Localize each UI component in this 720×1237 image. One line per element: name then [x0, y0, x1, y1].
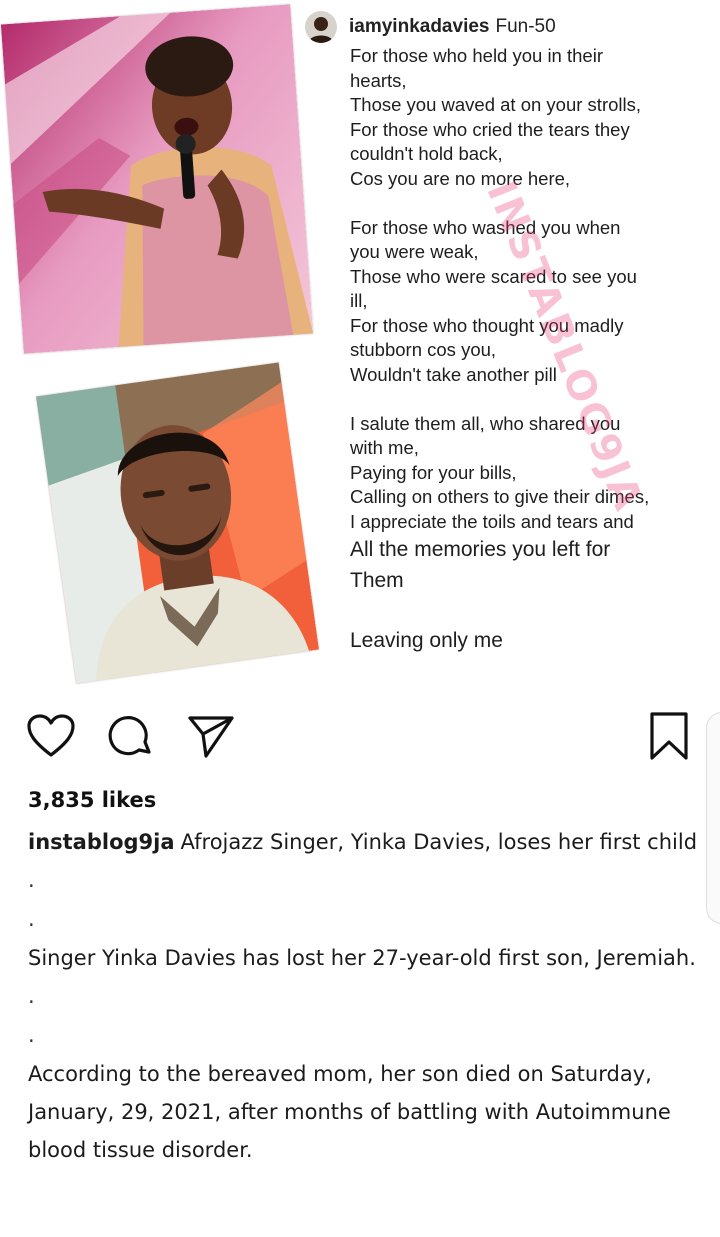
caption-username[interactable]: instablog9ja [28, 830, 175, 854]
post-image[interactable]: iamyinkadavies Fun-50 For those who held… [0, 0, 720, 700]
scroll-indicator[interactable] [706, 712, 720, 924]
poem-avatar [305, 11, 337, 43]
poem-line: All the memories you left for [350, 538, 611, 561]
son-photo [36, 362, 319, 684]
poem-username: iamyinkadavies [349, 16, 490, 37]
poem-lines: For those who held you in their hearts, Th… [350, 44, 715, 656]
poem-header: iamyinkadavies Fun-50 [305, 10, 715, 44]
caption-headline: Afrojazz Singer, Yinka Davies, loses her… [180, 830, 698, 854]
poem-line: Wouldn't take another pill [350, 363, 557, 385]
caption-paragraph: Singer Yinka Davies has lost her 27-year… [28, 946, 696, 970]
singer-photo [0, 4, 314, 354]
poem-line: Those who were scared to see you [350, 265, 637, 287]
caption-dot: . [28, 984, 35, 1008]
poem-line: Cos you are no more here, [350, 167, 571, 189]
caption-area: 3,835 likes instablog9ja Afrojazz Singer,… [28, 785, 700, 1169]
poem-line: For those who thought you madly [350, 314, 624, 336]
bookmark-icon[interactable] [644, 710, 694, 762]
poem-line: hearts, [350, 69, 407, 91]
poem-line: with me, [350, 437, 419, 458]
poem-line: you were weak, [350, 241, 479, 262]
likes-count[interactable]: 3,835 likes [28, 785, 700, 823]
poem-title: Fun-50 [495, 16, 556, 37]
send-icon[interactable] [186, 710, 236, 762]
poem-line [350, 387, 715, 412]
poem-line: Paying for your bills, [350, 461, 517, 483]
poem-line: I appreciate the toils and tears and [350, 510, 634, 532]
comment-icon[interactable] [106, 710, 156, 762]
poem-line: Them [350, 569, 404, 592]
poem-line [350, 596, 715, 625]
poem-line: Leaving only me [350, 629, 503, 652]
heart-icon[interactable] [26, 710, 76, 762]
poem-line: couldn't hold back, [350, 143, 503, 164]
caption-dot: . [28, 1023, 35, 1047]
poem-line: Calling on others to give their dimes, [350, 486, 650, 507]
poem-line: For those who cried the tears they [350, 118, 630, 140]
poem-line: For those who washed you when [350, 216, 621, 238]
caption-text: instablog9ja Afrojazz Singer, Yinka Davie… [28, 823, 700, 861]
poem-line: stubborn cos you, [350, 339, 497, 360]
caption-dot: . [28, 907, 35, 931]
caption-paragraph: According to the bereaved mom, her son d… [28, 1062, 671, 1162]
action-bar [0, 710, 720, 770]
poem-line: I salute them all, who shared you [350, 412, 621, 434]
poem-line: For those who held you in their [350, 45, 603, 66]
poem-line [350, 191, 715, 216]
caption-dot: . [28, 868, 35, 892]
poem-line: ill, [350, 290, 368, 311]
poem-line: Those you waved at on your strolls, [350, 94, 642, 115]
poem-screenshot: iamyinkadavies Fun-50 For those who held… [305, 10, 715, 656]
